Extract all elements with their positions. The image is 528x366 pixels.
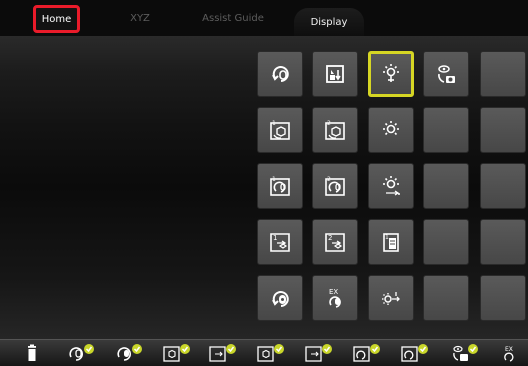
rotate-cube-2-icon: 2 — [325, 120, 345, 140]
tile-rotate-1[interactable]: 1 — [257, 163, 303, 209]
brightness-plus-icon — [383, 176, 400, 196]
tile-empty[interactable] — [480, 163, 526, 209]
bottom-rotate-2[interactable] — [396, 343, 432, 363]
tab-display-label: Display — [310, 16, 348, 28]
camera-rotate-icon — [438, 65, 455, 83]
tab-xyz[interactable]: XYZ — [120, 0, 160, 36]
rotate-a-icon — [272, 291, 289, 307]
tile-brightness-plus[interactable] — [368, 163, 414, 209]
tile-rotate-cube-2[interactable]: 2 — [312, 107, 358, 153]
bottom-rotate-a[interactable] — [110, 343, 146, 363]
rotate-icon — [272, 66, 289, 82]
svg-text:EX: EX — [505, 346, 513, 353]
tile-panel-2[interactable]: 2 — [312, 219, 358, 265]
svg-text:EX: EX — [329, 288, 338, 296]
tile-camera-rotate[interactable] — [423, 51, 469, 97]
bottom-rotate-1[interactable] — [348, 343, 384, 363]
tile-brightness-arrow[interactable] — [368, 275, 414, 321]
tab-assist-guide[interactable]: Assist Guide — [198, 0, 268, 36]
bottom-panel-2[interactable] — [300, 343, 336, 363]
tab-home-label: Home — [41, 13, 72, 25]
tile-rotate-ex[interactable]: EX — [312, 275, 358, 321]
tile-rotate-2[interactable]: 2 — [312, 163, 358, 209]
tile-rotate-a[interactable] — [257, 275, 303, 321]
rotate-1-icon — [353, 344, 380, 362]
bottom-icon-bar: EX — [0, 339, 528, 366]
panel-2-icon — [305, 344, 332, 362]
tile-info-scroll[interactable] — [312, 51, 358, 97]
trash-icon — [28, 344, 36, 361]
brightness-icon — [383, 121, 399, 136]
top-tab-bar: Home XYZ Assist Guide Display — [0, 0, 528, 36]
svg-text:1: 1 — [273, 234, 277, 242]
tab-home[interactable]: Home — [33, 5, 80, 33]
tile-empty[interactable] — [423, 275, 469, 321]
tile-document-stack[interactable]: 1 — [368, 219, 414, 265]
rotate-cube-2-icon — [257, 344, 284, 362]
tile-empty[interactable] — [480, 219, 526, 265]
bottom-rotate-ex[interactable]: EX — [496, 343, 528, 363]
rotate-1-icon: 1 — [270, 176, 290, 196]
bottom-rotate-cube-1[interactable] — [158, 343, 194, 363]
bottom-camera-rotate[interactable] — [446, 343, 482, 363]
svg-text:1: 1 — [272, 120, 276, 127]
tile-panel-1[interactable]: 1 — [257, 219, 303, 265]
tile-empty[interactable] — [423, 163, 469, 209]
rotate-ex-icon: EX — [504, 346, 514, 362]
svg-text:1: 1 — [385, 234, 389, 241]
tab-xyz-label: XYZ — [130, 12, 150, 24]
svg-text:2: 2 — [327, 176, 331, 183]
rotate-ex-icon: EX — [329, 288, 341, 308]
camera-rotate-icon — [453, 344, 478, 361]
svg-text:1: 1 — [272, 176, 276, 183]
panel-1-icon: 1 — [270, 233, 290, 252]
tile-brightness[interactable] — [368, 107, 414, 153]
brightness-arrow-icon — [382, 292, 400, 305]
tile-empty[interactable] — [480, 51, 526, 97]
bottom-rotate[interactable] — [62, 343, 98, 363]
svg-text:2: 2 — [328, 234, 332, 242]
panel-2-icon: 2 — [325, 233, 345, 252]
tab-assist-guide-label: Assist Guide — [202, 12, 264, 24]
panel-1-icon — [209, 344, 236, 362]
tile-brightness-selected[interactable] — [368, 51, 414, 97]
tile-empty[interactable] — [423, 107, 469, 153]
rotate-2-icon: 2 — [325, 176, 345, 196]
tile-rotate[interactable] — [257, 51, 303, 97]
bottom-panel-1[interactable] — [204, 343, 240, 363]
svg-text:2: 2 — [327, 120, 331, 127]
rotate-a-icon — [117, 344, 142, 361]
tile-empty[interactable] — [480, 275, 526, 321]
document-stack-icon: 1 — [383, 233, 399, 252]
tile-empty[interactable] — [480, 107, 526, 153]
tile-empty[interactable] — [423, 219, 469, 265]
bottom-rotate-cube-2[interactable] — [252, 343, 288, 363]
trash-button[interactable] — [14, 343, 50, 363]
brightness-icon — [383, 64, 399, 82]
rotate-cube-1-icon: 1 — [270, 120, 290, 140]
rotate-icon — [69, 344, 94, 361]
rotate-cube-1-icon — [163, 344, 190, 362]
tile-rotate-cube-1[interactable]: 1 — [257, 107, 303, 153]
display-panel: 1 2 1 2 1 2 1 EX — [0, 36, 528, 339]
info-scroll-icon — [326, 65, 344, 83]
tab-display[interactable]: Display — [294, 8, 364, 36]
rotate-2-icon — [401, 344, 428, 362]
